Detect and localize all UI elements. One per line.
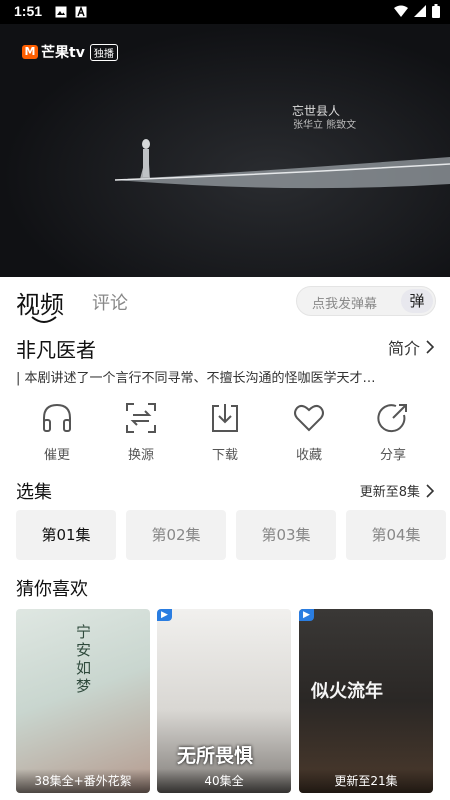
wifi-icon bbox=[394, 5, 408, 17]
episode-count-badge: 40集全 bbox=[157, 769, 291, 793]
show-synopsis[interactable]: | 本剧讲述了一个言行不同寻常、不擅长沟通的怪咖医学天才… bbox=[16, 367, 436, 386]
chevron-right-icon bbox=[426, 340, 434, 354]
image-notification-icon bbox=[55, 6, 67, 18]
chevron-right-icon bbox=[426, 483, 434, 498]
download-button[interactable]: 下载 bbox=[185, 396, 265, 463]
action-label: 收藏 bbox=[295, 448, 322, 463]
download-icon bbox=[212, 404, 238, 432]
danmaku-input[interactable]: 点我发弹幕 弹 bbox=[296, 286, 436, 316]
recommendations-heading: 猜你喜欢 bbox=[16, 579, 88, 600]
recommendation-list: 宁安如梦 38集全+番外花絮 ▶ 无所畏惧 40集全 ▶ 似火流年 更新至21集 bbox=[16, 609, 450, 800]
action-label: 换源 bbox=[127, 448, 154, 463]
content-tabs: 视频 评论 点我发弹幕 弹 bbox=[0, 277, 450, 323]
episode-count-badge: 38集全+番外花絮 bbox=[16, 769, 150, 793]
episode-item-04[interactable]: 第04集 bbox=[346, 510, 446, 560]
switch-source-button[interactable]: 换源 bbox=[101, 396, 181, 463]
tab-comment[interactable]: 评论 bbox=[92, 289, 128, 315]
headphones-icon bbox=[43, 403, 71, 432]
platform-tag: ▶ bbox=[299, 609, 314, 621]
recommendation-card[interactable]: 宁安如梦 38集全+番外花絮 bbox=[16, 609, 150, 793]
danmaku-toggle-button[interactable]: 弹 bbox=[401, 289, 433, 313]
poster-title: 宁安如梦 bbox=[76, 623, 92, 695]
system-indicators bbox=[394, 4, 440, 18]
episodes-update-text: 更新至8集 bbox=[359, 485, 420, 500]
episode-item-03[interactable]: 第03集 bbox=[236, 510, 336, 560]
episodes-heading: 选集 bbox=[16, 482, 52, 503]
video-player[interactable]: M 芒果tv 独播 忘世县人 张华立 熊致文 bbox=[0, 24, 450, 277]
episode-list: 第01集 第02集 第03集 第04集 bbox=[16, 510, 450, 560]
episode-count-badge: 更新至21集 bbox=[299, 769, 433, 793]
danmaku-placeholder: 点我发弹幕 bbox=[312, 297, 378, 312]
heart-icon bbox=[294, 404, 324, 432]
favorite-button[interactable]: 收藏 bbox=[269, 396, 349, 463]
episode-item-01[interactable]: 第01集 bbox=[16, 510, 116, 560]
channel-logo: M 芒果tv 独播 bbox=[22, 42, 118, 62]
poster-title: 无所畏惧 bbox=[177, 745, 254, 767]
active-tab-indicator bbox=[31, 316, 57, 323]
recommendation-card[interactable]: ▶ 无所畏惧 40集全 bbox=[157, 609, 291, 793]
battery-icon bbox=[432, 4, 440, 18]
episode-item-02[interactable]: 第02集 bbox=[126, 510, 226, 560]
text-notification-icon bbox=[75, 6, 87, 18]
share-icon bbox=[377, 404, 407, 433]
show-title: 非凡医者 bbox=[16, 338, 96, 362]
poster-title: 似火流年 bbox=[311, 681, 383, 702]
platform-tag: ▶ bbox=[157, 609, 172, 621]
intro-link[interactable]: 简介 bbox=[388, 335, 434, 359]
action-label: 分享 bbox=[379, 448, 406, 463]
exclusive-badge: 独播 bbox=[89, 43, 118, 61]
logo-text: 芒果tv bbox=[41, 45, 85, 61]
mango-logo-icon: M bbox=[22, 45, 38, 59]
status-time: 1:51 bbox=[14, 3, 43, 19]
switch-source-icon bbox=[126, 403, 156, 433]
action-label: 下载 bbox=[211, 448, 238, 463]
episodes-more-link[interactable]: 更新至8集 bbox=[360, 481, 434, 500]
signal-icon bbox=[414, 5, 426, 17]
recommendation-card[interactable]: ▶ 似火流年 更新至21集 bbox=[299, 609, 433, 793]
status-bar: 1:51 bbox=[0, 0, 450, 24]
action-bar: 催更 换源 下载 收藏 分享 bbox=[0, 396, 450, 466]
video-overlay-credit: 张华立 熊致文 bbox=[293, 120, 357, 131]
action-label: 催更 bbox=[43, 448, 70, 463]
remind-update-button[interactable]: 催更 bbox=[17, 396, 97, 463]
share-button[interactable]: 分享 bbox=[353, 396, 433, 463]
intro-label: 简介 bbox=[387, 339, 420, 358]
